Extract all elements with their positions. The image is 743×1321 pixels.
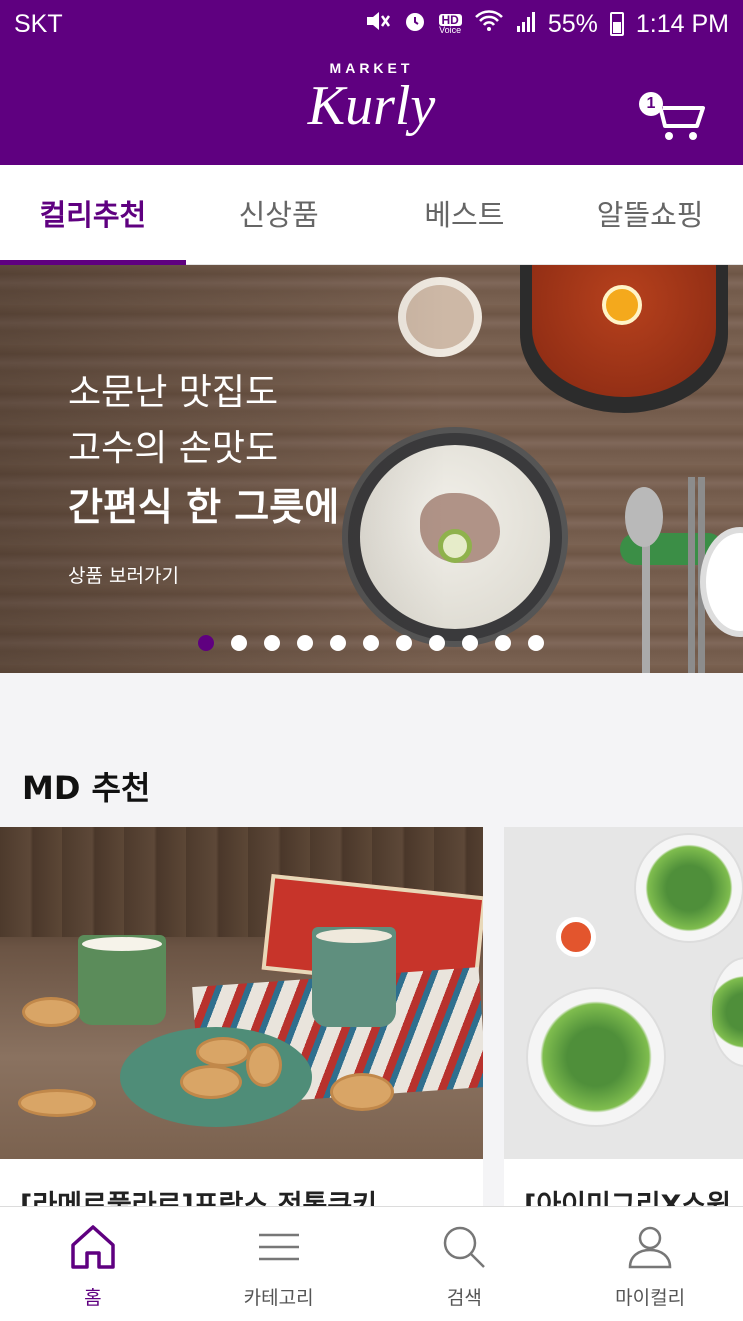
banner-dot[interactable] (198, 635, 214, 651)
nav-my-kurly-label: 마이컬리 (615, 1287, 686, 1309)
battery-percent: 55% (547, 9, 598, 38)
market-kurly-logo[interactable]: MARKET Kurly (0, 48, 743, 165)
nav-search[interactable]: 검색 (372, 1207, 558, 1321)
battery-icon (609, 12, 624, 36)
cookie (180, 1065, 242, 1099)
wifi-icon (474, 9, 504, 40)
nav-home-label: 홈 (84, 1287, 102, 1309)
bottom-navigation: 홈 카테고리 검색 마이컬리 (0, 1206, 743, 1321)
nav-search-label: 검색 (446, 1287, 482, 1309)
banner-line-2: 고수의 손맛도 (68, 428, 279, 469)
cookie (246, 1043, 282, 1087)
cookie (196, 1037, 250, 1067)
tab-new-products[interactable]: 신상품 (186, 165, 372, 264)
banner-dot[interactable] (396, 635, 412, 651)
hero-banner[interactable]: 소문난 맛집도 고수의 손맛도 간편식 한 그릇에 상품 보러가기 (0, 265, 743, 673)
banner-dot[interactable] (429, 635, 445, 651)
main-tabs: 컬리추천 신상품 베스트 알뜰쇼핑 (0, 165, 743, 265)
tab-bargain-shopping[interactable]: 알뜰쇼핑 (557, 165, 743, 264)
banner-dot[interactable] (462, 635, 478, 651)
search-icon (444, 1226, 486, 1268)
banner-dot[interactable] (231, 635, 247, 651)
user-icon (628, 1226, 672, 1269)
product-image-salad (504, 827, 743, 1159)
app-screen: SKT HD Voice 55% 1:14 PM MARKET Kurly 1 … (0, 0, 743, 1321)
sauce-dish (556, 917, 596, 957)
cookie (22, 997, 80, 1027)
nav-category-label: 카테고리 (243, 1287, 314, 1309)
cookie (18, 1089, 96, 1117)
product-image-cookies (0, 827, 483, 1159)
product-title: [라메르풀라르]프랑스 전통쿠키 (20, 1190, 377, 1207)
status-icons: HD Voice 55% 1:14 PM (365, 9, 729, 40)
hd-sub-label: Voice (439, 24, 462, 35)
carrier-label: SKT (14, 9, 63, 38)
salad-bowl (634, 833, 743, 943)
cart-button[interactable]: 1 (639, 88, 713, 144)
signal-icon (516, 10, 536, 39)
cookie (330, 1073, 394, 1111)
nav-home[interactable]: 홈 (0, 1207, 186, 1321)
alarm-icon (403, 9, 427, 40)
banner-dot[interactable] (330, 635, 346, 651)
banner-dot[interactable] (264, 635, 280, 651)
hd-voice-icon: HD Voice (438, 13, 462, 35)
banner-line-3: 간편식 한 그릇에 (68, 485, 340, 529)
home-icon (71, 1225, 115, 1269)
mug (78, 935, 166, 1025)
tab-kurly-recommend[interactable]: 컬리추천 (0, 165, 186, 265)
clock: 1:14 PM (635, 9, 729, 38)
banner-cta-link[interactable]: 상품 보러가기 (68, 561, 339, 588)
tab-best[interactable]: 베스트 (372, 165, 558, 264)
hd-label: HD (438, 13, 462, 26)
product-card[interactable]: [아이미그리X스윗 (504, 827, 743, 1207)
app-header: MARKET Kurly 1 (0, 48, 743, 165)
salad-bowl (710, 957, 743, 1067)
banner-dot[interactable] (297, 635, 313, 651)
product-card[interactable]: [라메르풀라르]프랑스 전통쿠키 (0, 827, 483, 1207)
menu-icon (258, 1233, 299, 1261)
salad-bowl (526, 987, 666, 1127)
banner-dot[interactable] (363, 635, 379, 651)
nav-category[interactable]: 카테고리 (186, 1207, 372, 1321)
mug (312, 927, 396, 1027)
logo-kurly-text: Kurly (307, 75, 436, 137)
nav-my-kurly[interactable]: 마이컬리 (557, 1207, 743, 1321)
md-recommend-section: MD 추천 [라메르풀라르]프랑스 전통쿠키 [아이미그리X스윗 (0, 673, 743, 1207)
banner-text: 소문난 맛집도 고수의 손맛도 간편식 한 그릇에 상품 보러가기 (68, 365, 339, 588)
logo-market-text: MARKET (329, 60, 414, 76)
cart-count-badge: 1 (639, 92, 663, 116)
status-bar: SKT HD Voice 55% 1:14 PM (0, 0, 743, 48)
banner-line-1: 소문난 맛집도 (68, 372, 279, 413)
banner-dot[interactable] (528, 635, 544, 651)
mute-icon (365, 9, 391, 40)
product-title: [아이미그리X스윗 (524, 1190, 732, 1207)
section-title: MD 추천 (22, 769, 151, 807)
banner-dot[interactable] (495, 635, 511, 651)
banner-pagination (198, 635, 544, 651)
